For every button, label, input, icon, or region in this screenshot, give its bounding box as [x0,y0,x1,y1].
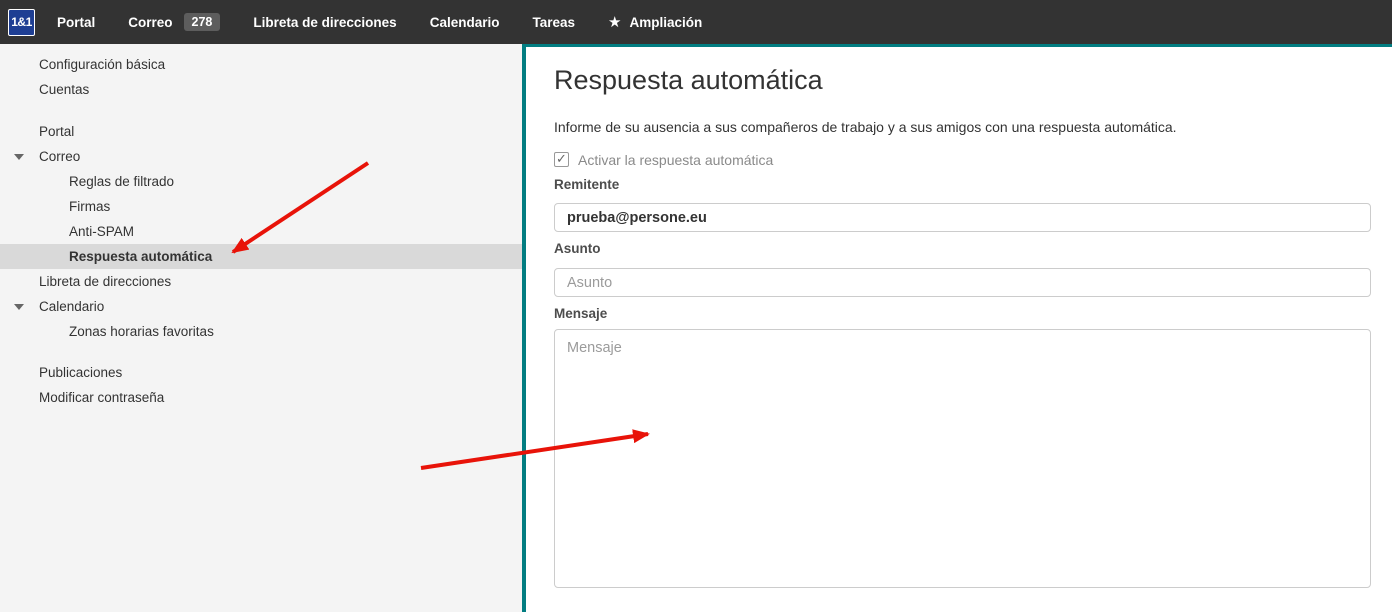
tab-libreta-de-direcciones[interactable]: Libreta de direcciones [253,15,396,30]
page-title: Respuesta automática [554,64,1371,96]
sidebar-item-label: Correo [39,149,80,164]
sidebar-item-zonas-horarias-favoritas[interactable]: Zonas horarias favoritas [0,319,522,344]
sidebar-item-modificar-contrasena[interactable]: Modificar contraseña [0,385,522,410]
subject-label: Asunto [554,241,1371,256]
tab-tareas[interactable]: Tareas [532,15,575,30]
activate-auto-reply-row: ✓ Activar la respuesta automática [554,151,1371,168]
sidebar-item-configuracion-basica[interactable]: Configuración básica [0,52,522,77]
auto-reply-settings-panel: Respuesta automática Informe de su ausen… [522,44,1392,612]
sidebar-item-label: Configuración básica [39,57,165,72]
sidebar-item-label: Modificar contraseña [39,390,164,405]
sidebar-item-label: Firmas [69,199,110,214]
message-label: Mensaje [554,306,1371,321]
sidebar-item-label: Publicaciones [39,365,122,380]
sidebar-item-label: Respuesta automática [69,249,212,264]
sidebar-item-label: Libreta de direcciones [39,274,171,289]
star-icon: ★ [608,15,621,30]
top-nav-tabs: Portal Correo 278 Libreta de direcciones… [57,13,702,32]
sidebar-item-label: Reglas de filtrado [69,174,174,189]
sidebar-spacer [0,344,522,360]
checkmark-icon: ✓ [556,150,567,167]
tab-ampliacion[interactable]: ★ Ampliación [608,15,702,30]
sidebar-item-label: Anti-SPAM [69,224,134,239]
sender-input[interactable] [554,203,1371,232]
sidebar-spacer [0,102,522,119]
sidebar-item-portal[interactable]: Portal [0,119,522,144]
sidebar-item-reglas-de-filtrado[interactable]: Reglas de filtrado [0,169,522,194]
message-textarea[interactable] [554,329,1371,588]
tab-correo[interactable]: Correo 278 [128,13,220,32]
activate-checkbox[interactable]: ✓ [554,152,569,167]
page-description: Informe de su ausencia a sus compañeros … [554,119,1371,136]
sidebar-item-respuesta-automatica[interactable]: Respuesta automática [0,244,522,269]
caret-down-icon [14,304,24,310]
sidebar-item-libreta-de-direcciones[interactable]: Libreta de direcciones [0,269,522,294]
sidebar-item-anti-spam[interactable]: Anti-SPAM [0,219,522,244]
sidebar-item-correo[interactable]: Correo [0,144,522,169]
tab-label: Ampliación [629,15,702,30]
sidebar-item-label: Calendario [39,299,104,314]
subject-input[interactable] [554,268,1371,297]
tab-portal[interactable]: Portal [57,15,95,30]
unread-count-badge: 278 [184,13,221,32]
top-nav-bar: 1&1 Portal Correo 278 Libreta de direcci… [0,0,1392,44]
settings-sidebar: Configuración básica Cuentas Portal Corr… [0,44,522,612]
sidebar-item-calendario[interactable]: Calendario [0,294,522,319]
tab-label: Tareas [532,15,575,30]
sidebar-item-label: Portal [39,124,74,139]
tab-label: Libreta de direcciones [253,15,396,30]
brand-logo[interactable]: 1&1 [8,9,35,36]
tab-label: Correo [128,15,172,30]
activate-checkbox-label: Activar la respuesta automática [578,152,773,168]
sidebar-item-firmas[interactable]: Firmas [0,194,522,219]
sender-label: Remitente [554,177,1371,192]
app-window: 1&1 Portal Correo 278 Libreta de direcci… [0,0,1392,612]
tab-label: Calendario [430,15,500,30]
sidebar-item-label: Cuentas [39,82,89,97]
sidebar-item-cuentas[interactable]: Cuentas [0,77,522,102]
caret-down-icon [14,154,24,160]
sidebar-item-publicaciones[interactable]: Publicaciones [0,360,522,385]
tab-calendario[interactable]: Calendario [430,15,500,30]
sidebar-item-label: Zonas horarias favoritas [69,324,214,339]
tab-label: Portal [57,15,95,30]
